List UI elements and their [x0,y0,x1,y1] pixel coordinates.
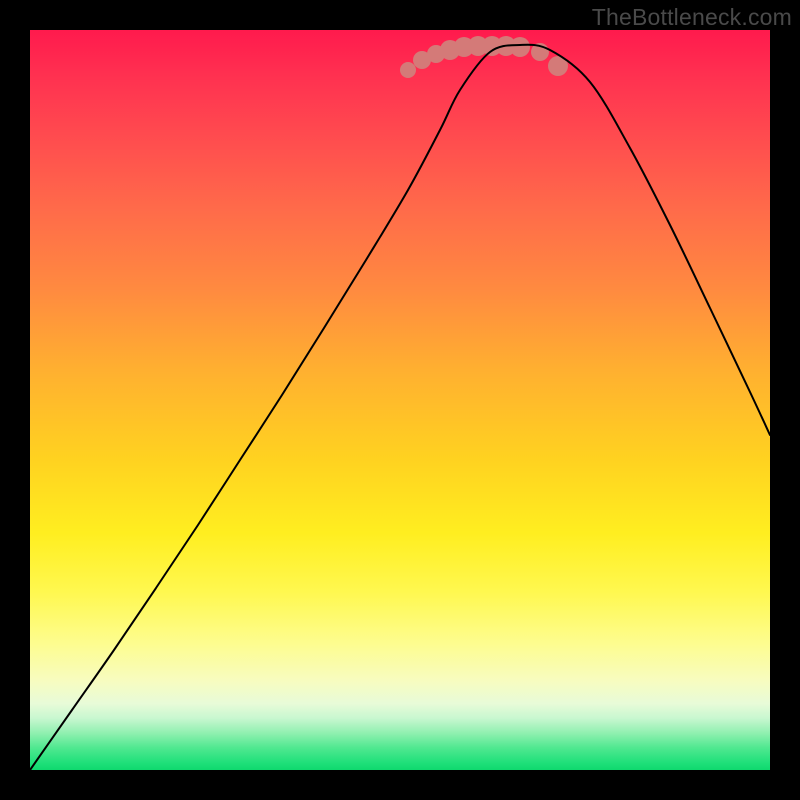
chart-frame: TheBottleneck.com [0,0,800,800]
highlight-dot [510,37,530,57]
highlight-dot [400,62,416,78]
plot-area [30,30,770,770]
watermark-text: TheBottleneck.com [592,4,792,31]
curve-svg [30,30,770,770]
bottleneck-curve [30,45,770,770]
